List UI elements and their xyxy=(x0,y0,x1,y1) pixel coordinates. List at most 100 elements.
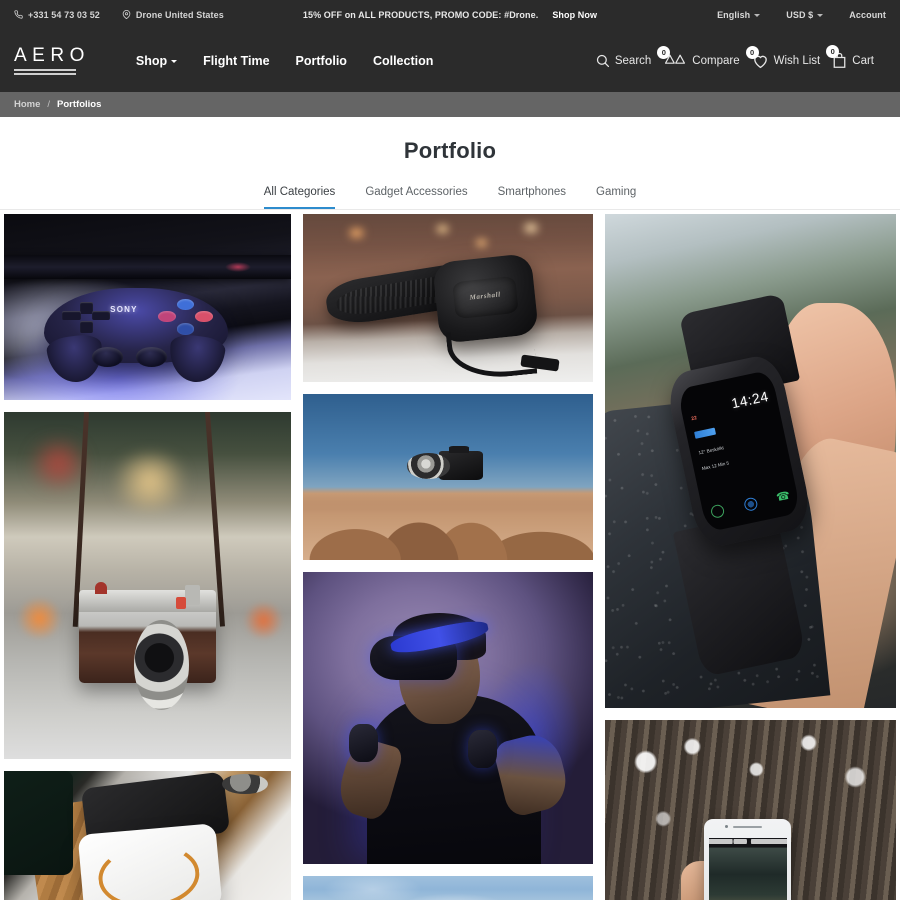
page-title: Portfolio xyxy=(403,138,497,163)
dslr-lens xyxy=(407,453,450,479)
portfolio-item-gadget-desk[interactable] xyxy=(4,771,291,900)
nav-item-flight-time[interactable]: Flight Time xyxy=(203,54,269,68)
phone-screen xyxy=(708,837,788,900)
camera-lens xyxy=(133,620,189,711)
phone-number: +331 54 73 03 52 xyxy=(28,9,100,20)
nav-item-collection-label: Collection xyxy=(372,53,434,68)
phone-call-icon: ☎ xyxy=(775,489,792,505)
site-header: AERO Shop Flight Time Portfolio Collecti… xyxy=(0,29,900,92)
bokeh-light xyxy=(241,602,285,638)
tab-smartphones[interactable]: Smartphones xyxy=(498,186,566,209)
shopping-bag-icon: 0 xyxy=(826,45,847,69)
portfolio-item-sky[interactable] xyxy=(302,876,594,900)
map-pin-icon xyxy=(122,10,131,19)
nav-item-portfolio[interactable]: Portfolio xyxy=(296,54,347,68)
shop-now-link[interactable]: Shop Now xyxy=(552,10,597,20)
orange-ring xyxy=(95,839,203,900)
vintage-camera-photo xyxy=(4,412,291,759)
portfolio-item-desert-camera[interactable] xyxy=(302,394,594,560)
wishlist-action[interactable]: 0 Wish List xyxy=(745,45,833,69)
search-icon xyxy=(595,53,610,68)
watch-screen: 22 14:24 12° Beskölkt Max 12 Min 5 ☎ xyxy=(677,369,801,533)
bokeh-light xyxy=(343,227,370,240)
watch-date: 22 xyxy=(690,415,698,423)
portfolio-item-phone-trees[interactable] xyxy=(605,720,896,900)
topbar-settings-group: English USD $ Account xyxy=(717,10,886,20)
page-header: Portfolio All Categories Gadget Accessor… xyxy=(0,117,900,210)
phone-trees-photo xyxy=(605,720,896,900)
dslr-camera xyxy=(407,445,483,482)
bokeh-light xyxy=(430,224,454,235)
account-link[interactable]: Account xyxy=(849,10,886,20)
compare-scales-icon: 0 xyxy=(657,45,687,69)
account-label: Account xyxy=(849,9,886,20)
topbar-contact-group: +331 54 73 03 52 Drone United States xyxy=(14,10,224,20)
gamepad: SONY xyxy=(44,288,228,386)
earpiece-speaker xyxy=(733,825,762,829)
breadcrumb: Home / Portfolios xyxy=(0,92,900,117)
activity-ring-icon xyxy=(709,503,726,520)
nav-item-shop[interactable]: Shop xyxy=(135,53,178,68)
search-label: Search xyxy=(614,54,652,67)
wishlist-badge: 0 xyxy=(745,45,759,59)
portfolio-item-vr-headset[interactable] xyxy=(302,572,594,864)
portfolio-item-headphones[interactable]: Marshall xyxy=(302,214,594,382)
logo-underline-2 xyxy=(14,73,76,75)
portfolio-item-controller[interactable]: SONY xyxy=(4,214,291,400)
watch-weather-line-2: Max 12 Min 5 xyxy=(701,460,730,472)
gallery-column-3: 22 14:24 12° Beskölkt Max 12 Min 5 ☎ xyxy=(605,214,896,900)
tab-all-categories[interactable]: All Categories xyxy=(263,186,336,209)
watch-complications: ☎ xyxy=(709,489,792,520)
headphone-cable xyxy=(445,323,538,382)
search-action[interactable]: Search xyxy=(595,53,663,68)
phone-icon xyxy=(14,10,23,19)
location-text: Drone United States xyxy=(135,9,224,20)
breadcrumb-home-link[interactable]: Home xyxy=(14,99,40,110)
camera-shutter-button xyxy=(95,581,108,595)
tab-gaming[interactable]: Gaming xyxy=(596,186,636,209)
front-camera-icon xyxy=(725,824,729,828)
currency-label: USD $ xyxy=(786,9,814,20)
currency-selector[interactable]: USD $ xyxy=(786,9,824,20)
smartphone xyxy=(704,818,792,900)
camera-dial xyxy=(184,584,200,605)
main-navigation: Shop Flight Time Portfolio Collection xyxy=(136,54,434,68)
sky-photo xyxy=(302,876,594,900)
desert-camera-photo xyxy=(302,394,594,560)
portfolio-item-vintage-camera[interactable] xyxy=(4,412,291,759)
cart-action[interactable]: 0 Cart xyxy=(826,45,886,69)
language-selector[interactable]: English xyxy=(717,9,761,20)
tab-gadget-accessories[interactable]: Gadget Accessories xyxy=(365,186,467,209)
round-knob xyxy=(221,773,268,795)
nav-item-shop-label: Shop xyxy=(135,53,168,68)
compare-action[interactable]: 0 Compare xyxy=(657,45,751,69)
logo[interactable]: AERO xyxy=(14,46,90,75)
watch-weather-line-1: 12° Beskölkt xyxy=(698,445,725,456)
location-item[interactable]: Drone United States xyxy=(122,10,224,20)
gamepad-stick-left xyxy=(91,347,123,368)
cart-label: Cart xyxy=(852,54,874,67)
nav-item-portfolio-label: Portfolio xyxy=(295,53,347,68)
white-device xyxy=(77,823,223,900)
nav-item-collection[interactable]: Collection xyxy=(373,54,433,68)
smartwatch-photo: 22 14:24 12° Beskölkt Max 12 Min 5 ☎ xyxy=(605,214,896,708)
gamepad-grip-right xyxy=(166,332,227,386)
app-circle-icon xyxy=(742,496,759,513)
breadcrumb-current: Portfolios xyxy=(57,99,102,110)
vr-controller-right xyxy=(468,729,498,768)
controller-photo: SONY xyxy=(4,214,291,400)
portfolio-gallery: SONY Marshall 22 14:24 12° Beskölkt Max … xyxy=(0,214,900,900)
logo-underline-1 xyxy=(14,69,76,71)
gamepad-brand: SONY xyxy=(110,304,138,314)
language-label: English xyxy=(717,9,751,20)
chevron-down-icon xyxy=(754,13,761,17)
compare-label: Compare xyxy=(692,54,740,67)
category-tabs: All Categories Gadget Accessories Smartp… xyxy=(0,186,900,209)
dark-edge xyxy=(4,771,73,876)
gadget-desk-photo xyxy=(4,771,291,900)
portfolio-item-smartwatch[interactable]: 22 14:24 12° Beskölkt Max 12 Min 5 ☎ xyxy=(605,214,896,708)
logo-text: AERO xyxy=(14,45,90,67)
phone-contact[interactable]: +331 54 73 03 52 xyxy=(14,10,100,20)
announcement-bar: +331 54 73 03 52 Drone United States 15%… xyxy=(0,0,900,29)
camera-indicator xyxy=(176,597,186,610)
